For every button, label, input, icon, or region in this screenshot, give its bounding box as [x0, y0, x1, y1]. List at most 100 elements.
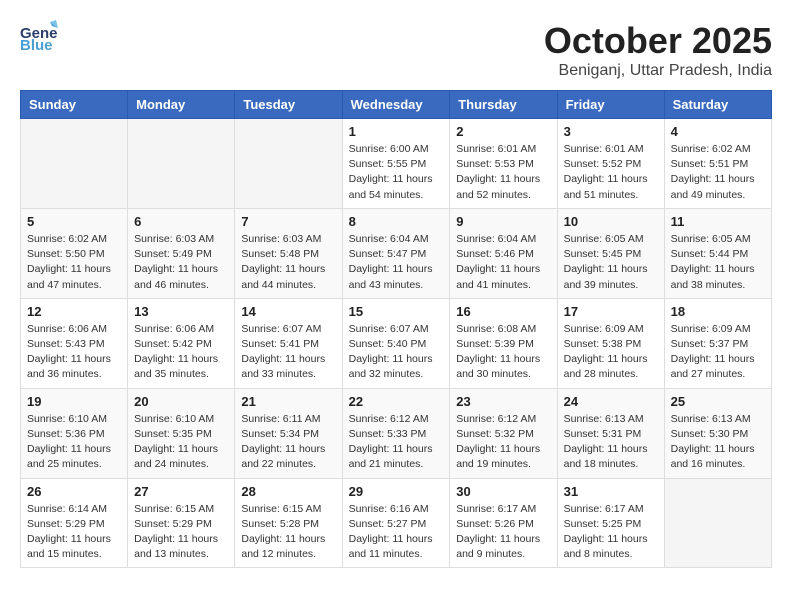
day-number: 21 [241, 394, 335, 409]
calendar-cell: 29 Sunrise: 6:16 AMSunset: 5:27 PMDayligh… [342, 478, 450, 568]
day-info: Sunrise: 6:05 AMSunset: 5:45 PMDaylight:… [564, 232, 658, 293]
day-info: Sunrise: 6:05 AMSunset: 5:44 PMDaylight:… [671, 232, 765, 293]
day-number: 25 [671, 394, 765, 409]
calendar-cell: 24 Sunrise: 6:13 AMSunset: 5:31 PMDayligh… [557, 388, 664, 478]
day-info: Sunrise: 6:10 AMSunset: 5:35 PMDaylight:… [134, 412, 228, 473]
calendar-cell: 18 Sunrise: 6:09 AMSunset: 5:37 PMDayligh… [664, 298, 771, 388]
day-info: Sunrise: 6:07 AMSunset: 5:40 PMDaylight:… [349, 322, 444, 383]
day-info: Sunrise: 6:07 AMSunset: 5:41 PMDaylight:… [241, 322, 335, 383]
svg-text:Blue: Blue [20, 37, 53, 52]
day-info: Sunrise: 6:02 AMSunset: 5:51 PMDaylight:… [671, 142, 765, 203]
calendar-table: SundayMondayTuesdayWednesdayThursdayFrid… [20, 90, 772, 568]
calendar-cell [664, 478, 771, 568]
calendar-cell: 17 Sunrise: 6:09 AMSunset: 5:38 PMDayligh… [557, 298, 664, 388]
day-info: Sunrise: 6:06 AMSunset: 5:43 PMDaylight:… [27, 322, 121, 383]
calendar-cell: 11 Sunrise: 6:05 AMSunset: 5:44 PMDayligh… [664, 208, 771, 298]
calendar-cell: 9 Sunrise: 6:04 AMSunset: 5:46 PMDaylight… [450, 208, 557, 298]
calendar-cell: 5 Sunrise: 6:02 AMSunset: 5:50 PMDaylight… [21, 208, 128, 298]
calendar-cell: 2Sunrise: 6:01 AMSunset: 5:53 PMDaylight… [450, 119, 557, 209]
calendar-cell: 28Sunrise: 6:15 AMSunset: 5:28 PMDayligh… [235, 478, 342, 568]
col-header-wednesday: Wednesday [342, 91, 450, 119]
day-info: Sunrise: 6:10 AMSunset: 5:36 PMDaylight:… [27, 412, 121, 473]
calendar-cell: 4 Sunrise: 6:02 AMSunset: 5:51 PMDaylight… [664, 119, 771, 209]
day-number: 5 [27, 214, 121, 229]
day-number: 23 [456, 394, 550, 409]
calendar-cell: 13 Sunrise: 6:06 AMSunset: 5:42 PMDayligh… [128, 298, 235, 388]
week-row-3: 12 Sunrise: 6:06 AMSunset: 5:43 PMDayligh… [21, 298, 772, 388]
day-info: Sunrise: 6:03 AMSunset: 5:48 PMDaylight:… [241, 232, 335, 293]
week-row-5: 26Sunrise: 6:14 AMSunset: 5:29 PMDayligh… [21, 478, 772, 568]
day-number: 20 [134, 394, 228, 409]
day-number: 31 [564, 484, 658, 499]
day-number: 19 [27, 394, 121, 409]
day-number: 10 [564, 214, 658, 229]
day-info: Sunrise: 6:13 AMSunset: 5:30 PMDaylight:… [671, 412, 765, 473]
logo-icon: General Blue [20, 20, 58, 52]
day-info: Sunrise: 6:15 AMSunset: 5:29 PMDaylight:… [134, 502, 228, 563]
calendar-cell: 10 Sunrise: 6:05 AMSunset: 5:45 PMDayligh… [557, 208, 664, 298]
col-header-saturday: Saturday [664, 91, 771, 119]
day-number: 24 [564, 394, 658, 409]
week-row-2: 5 Sunrise: 6:02 AMSunset: 5:50 PMDaylight… [21, 208, 772, 298]
calendar-cell: 19 Sunrise: 6:10 AMSunset: 5:36 PMDayligh… [21, 388, 128, 478]
week-row-1: 1 Sunrise: 6:00 AMSunset: 5:55 PMDaylight… [21, 119, 772, 209]
calendar-cell: 12 Sunrise: 6:06 AMSunset: 5:43 PMDayligh… [21, 298, 128, 388]
title-block: October 2025 Beniganj, Uttar Pradesh, In… [544, 20, 772, 80]
calendar-cell [235, 119, 342, 209]
day-info: Sunrise: 6:11 AMSunset: 5:34 PMDaylight:… [241, 412, 335, 473]
day-number: 30 [456, 484, 550, 499]
day-number: 16 [456, 304, 550, 319]
day-info: Sunrise: 6:08 AMSunset: 5:39 PMDaylight:… [456, 322, 550, 383]
header-row: SundayMondayTuesdayWednesdayThursdayFrid… [21, 91, 772, 119]
day-number: 17 [564, 304, 658, 319]
day-info: Sunrise: 6:03 AMSunset: 5:49 PMDaylight:… [134, 232, 228, 293]
col-header-sunday: Sunday [21, 91, 128, 119]
week-row-4: 19 Sunrise: 6:10 AMSunset: 5:36 PMDayligh… [21, 388, 772, 478]
calendar-cell: 15 Sunrise: 6:07 AMSunset: 5:40 PMDayligh… [342, 298, 450, 388]
day-number: 1 [349, 124, 444, 139]
day-number: 7 [241, 214, 335, 229]
calendar-cell: 14 Sunrise: 6:07 AMSunset: 5:41 PMDayligh… [235, 298, 342, 388]
day-info: Sunrise: 6:15 AMSunset: 5:28 PMDaylight:… [241, 502, 335, 563]
day-info: Sunrise: 6:09 AMSunset: 5:37 PMDaylight:… [671, 322, 765, 383]
calendar-cell [128, 119, 235, 209]
day-number: 9 [456, 214, 550, 229]
day-info: Sunrise: 6:06 AMSunset: 5:42 PMDaylight:… [134, 322, 228, 383]
day-number: 12 [27, 304, 121, 319]
calendar-cell: 30 Sunrise: 6:17 AMSunset: 5:26 PMDayligh… [450, 478, 557, 568]
day-number: 18 [671, 304, 765, 319]
calendar-cell: 22Sunrise: 6:12 AMSunset: 5:33 PMDayligh… [342, 388, 450, 478]
calendar-cell: 16 Sunrise: 6:08 AMSunset: 5:39 PMDayligh… [450, 298, 557, 388]
day-number: 22 [349, 394, 444, 409]
day-info: Sunrise: 6:09 AMSunset: 5:38 PMDaylight:… [564, 322, 658, 383]
day-number: 27 [134, 484, 228, 499]
day-info: Sunrise: 6:12 AMSunset: 5:32 PMDaylight:… [456, 412, 550, 473]
col-header-tuesday: Tuesday [235, 91, 342, 119]
day-number: 14 [241, 304, 335, 319]
month-title: October 2025 [544, 20, 772, 62]
day-info: Sunrise: 6:00 AMSunset: 5:55 PMDaylight:… [349, 142, 444, 203]
day-number: 2 [456, 124, 550, 139]
col-header-monday: Monday [128, 91, 235, 119]
logo: General Blue [20, 20, 58, 52]
day-number: 15 [349, 304, 444, 319]
day-info: Sunrise: 6:13 AMSunset: 5:31 PMDaylight:… [564, 412, 658, 473]
col-header-thursday: Thursday [450, 91, 557, 119]
calendar-cell [21, 119, 128, 209]
day-info: Sunrise: 6:02 AMSunset: 5:50 PMDaylight:… [27, 232, 121, 293]
day-number: 11 [671, 214, 765, 229]
day-info: Sunrise: 6:01 AMSunset: 5:52 PMDaylight:… [564, 142, 658, 203]
col-header-friday: Friday [557, 91, 664, 119]
calendar-cell: 20 Sunrise: 6:10 AMSunset: 5:35 PMDayligh… [128, 388, 235, 478]
calendar-cell: 6Sunrise: 6:03 AMSunset: 5:49 PMDaylight… [128, 208, 235, 298]
calendar-cell: 23 Sunrise: 6:12 AMSunset: 5:32 PMDayligh… [450, 388, 557, 478]
day-info: Sunrise: 6:16 AMSunset: 5:27 PMDaylight:… [349, 502, 444, 563]
day-info: Sunrise: 6:17 AMSunset: 5:26 PMDaylight:… [456, 502, 550, 563]
calendar-cell: 1 Sunrise: 6:00 AMSunset: 5:55 PMDaylight… [342, 119, 450, 209]
day-number: 26 [27, 484, 121, 499]
day-number: 13 [134, 304, 228, 319]
calendar-cell: 8Sunrise: 6:04 AMSunset: 5:47 PMDaylight… [342, 208, 450, 298]
day-number: 29 [349, 484, 444, 499]
day-info: Sunrise: 6:04 AMSunset: 5:46 PMDaylight:… [456, 232, 550, 293]
day-number: 4 [671, 124, 765, 139]
